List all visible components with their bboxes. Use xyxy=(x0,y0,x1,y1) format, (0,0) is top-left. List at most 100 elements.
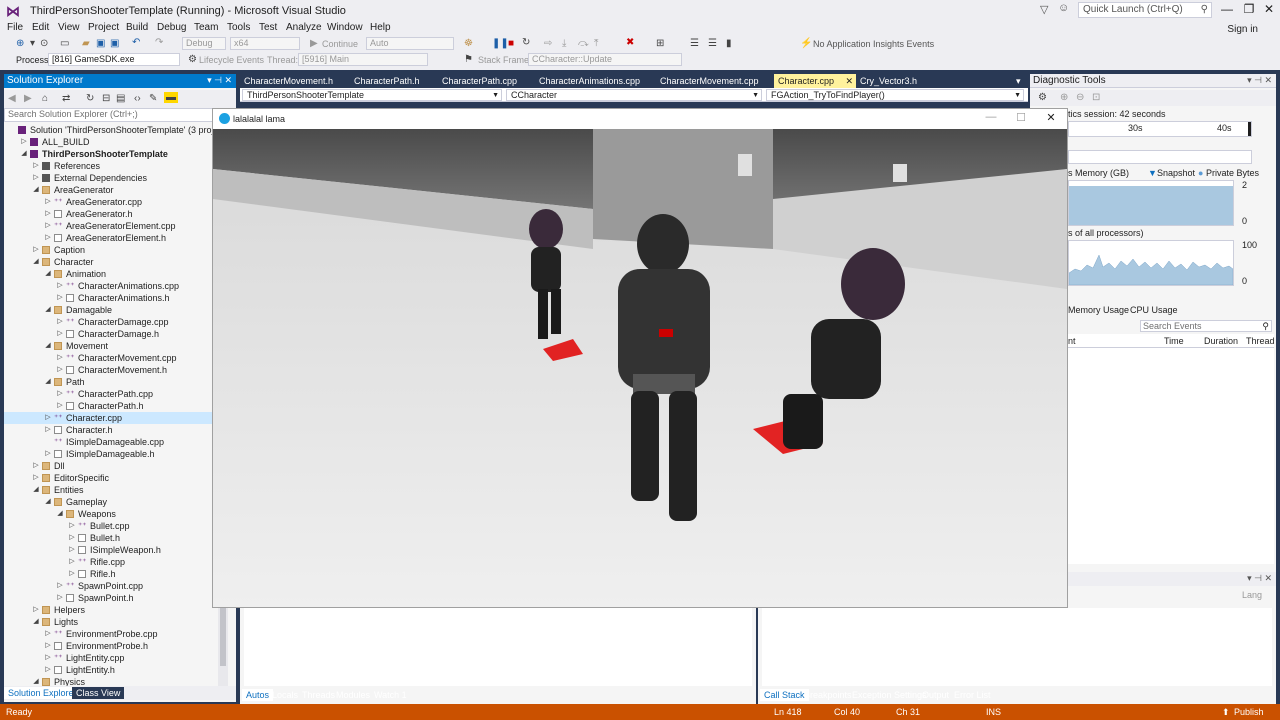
collapsed-arrow-icon[interactable]: ▷ xyxy=(44,664,52,676)
game-minimize-button[interactable]: — xyxy=(981,111,1001,127)
menu-debug[interactable]: Debug xyxy=(157,22,186,33)
properties-icon[interactable]: ✎ xyxy=(149,93,157,104)
step-into-icon[interactable]: ⤓ xyxy=(562,38,566,49)
show-all-files-icon[interactable]: ▤ xyxy=(116,93,125,104)
collapsed-arrow-icon[interactable]: ▷ xyxy=(44,232,52,244)
game-viewport[interactable] xyxy=(213,129,1067,607)
collapsed-arrow-icon[interactable]: ▷ xyxy=(68,532,76,544)
col-name[interactable]: nt xyxy=(1068,336,1076,346)
timeline-ruler[interactable]: 30s 40s xyxy=(1068,121,1252,137)
collapsed-arrow-icon[interactable]: ▷ xyxy=(68,544,76,556)
menu-view[interactable]: View xyxy=(58,22,80,33)
menu-project[interactable]: Project xyxy=(88,22,119,33)
tab-character-cpp[interactable]: Character.cpp ✕ xyxy=(774,74,856,88)
tree-item[interactable]: ▷ CharacterDamage.h xyxy=(4,328,212,340)
reset-zoom-icon[interactable]: ⊡ xyxy=(1092,92,1100,103)
tab-cry-vector3-h[interactable]: Cry_Vector3.h xyxy=(856,74,921,88)
feedback-icon[interactable]: ☺ xyxy=(1058,2,1069,14)
timeline-cursor[interactable] xyxy=(1248,122,1251,136)
collapsed-arrow-icon[interactable]: ▷ xyxy=(32,460,40,472)
collapsed-arrow-icon[interactable]: ▷ xyxy=(32,160,40,172)
expanded-arrow-icon[interactable]: ◢ xyxy=(44,340,52,352)
view-code-icon[interactable]: ‹› xyxy=(134,93,141,104)
collapsed-arrow-icon[interactable]: ▷ xyxy=(44,628,52,640)
publish-icon[interactable]: ⬆ xyxy=(1222,707,1230,718)
tab-overflow-icon[interactable]: ▾ xyxy=(1012,74,1025,88)
back-icon[interactable]: ◀ xyxy=(8,93,16,104)
pause-icon[interactable]: ❚❚ xyxy=(492,38,509,49)
pin-icon[interactable]: ▾ ⊣ ✕ xyxy=(1247,573,1272,584)
save-icon[interactable]: ▣ xyxy=(96,38,105,49)
tree-item[interactable]: ◢ Character xyxy=(4,256,212,268)
collapsed-arrow-icon[interactable]: ▷ xyxy=(56,400,64,412)
tree-item[interactable]: ▷ ⁺⁺ EnvironmentProbe.cpp xyxy=(4,628,212,640)
tree-item[interactable]: ◢ Damagable xyxy=(4,304,212,316)
memory-chart[interactable] xyxy=(1068,180,1234,226)
collapsed-arrow-icon[interactable]: ▷ xyxy=(44,196,52,208)
continue-button[interactable]: Continue xyxy=(322,39,358,49)
menu-test[interactable]: Test xyxy=(259,22,277,33)
menu-team[interactable]: Team xyxy=(194,22,218,33)
thread-dropdown[interactable]: [5916] Main xyxy=(298,53,428,66)
step-over-icon[interactable]: ⤼ xyxy=(578,38,589,49)
step-out-icon[interactable]: ⤒ xyxy=(594,38,598,49)
insights-icon[interactable]: ⚡ xyxy=(800,38,812,49)
expanded-arrow-icon[interactable]: ◢ xyxy=(44,304,52,316)
game-window[interactable]: lalalalal lama — ☐ ✕ xyxy=(212,108,1068,608)
platform-dropdown[interactable]: x64 xyxy=(230,37,300,50)
collapsed-arrow-icon[interactable]: ▷ xyxy=(44,448,52,460)
tree-item[interactable]: ▷ ⁺⁺ LightEntity.cpp xyxy=(4,652,212,664)
expanded-arrow-icon[interactable]: ◢ xyxy=(44,376,52,388)
col-thread[interactable]: Thread xyxy=(1246,336,1275,346)
tree-item[interactable]: ◢ Path xyxy=(4,376,212,388)
tree-item[interactable]: ◢ AreaGenerator xyxy=(4,184,212,196)
tree-item[interactable]: ▷ CharacterPath.h xyxy=(4,400,212,412)
expanded-arrow-icon[interactable]: ◢ xyxy=(20,148,28,160)
menu-edit[interactable]: Edit xyxy=(32,22,49,33)
expanded-arrow-icon[interactable]: ◢ xyxy=(32,256,40,268)
tree-item[interactable]: ◢ Movement xyxy=(4,340,212,352)
tree-item[interactable]: ▷ EditorSpecific xyxy=(4,472,212,484)
new-project-icon[interactable]: ▭ xyxy=(60,38,69,49)
cpu-chart[interactable] xyxy=(1068,240,1234,286)
save-all-icon[interactable]: ▣ xyxy=(110,38,119,49)
lifecycle-events-dropdown[interactable]: Lifecycle Events xyxy=(199,55,264,65)
project-dropdown[interactable]: ThirdPersonShooterTemplate ▼ xyxy=(242,89,502,101)
process-dropdown[interactable]: [816] GameSDK.exe xyxy=(48,53,180,66)
tree-item[interactable]: ▷ Helpers xyxy=(4,604,212,616)
insights-status[interactable]: No Application Insights Events xyxy=(813,39,934,49)
collapsed-arrow-icon[interactable]: ▷ xyxy=(32,244,40,256)
tree-item[interactable]: ▷ Character.h xyxy=(4,424,212,436)
expanded-arrow-icon[interactable]: ◢ xyxy=(44,496,52,508)
tab-charactermovement-h[interactable]: CharacterMovement.h xyxy=(240,74,337,88)
home-icon[interactable]: ⌂ xyxy=(42,93,48,104)
expanded-arrow-icon[interactable]: ◢ xyxy=(32,616,40,628)
collapsed-arrow-icon[interactable]: ▷ xyxy=(56,352,64,364)
pin-icon[interactable]: ▾ ⊣ ✕ xyxy=(207,75,232,86)
zoom-in-icon[interactable]: ⊕ xyxy=(1060,92,1068,103)
refresh-icon[interactable]: ↻ xyxy=(86,93,94,104)
tree-item[interactable]: ▷ Bullet.h xyxy=(4,532,212,544)
menu-analyze[interactable]: Analyze xyxy=(286,22,322,33)
exception-icon[interactable]: ✖ xyxy=(626,37,634,48)
maximize-button[interactable]: ❐ xyxy=(1238,2,1260,18)
collapsed-arrow-icon[interactable]: ▷ xyxy=(56,364,64,376)
collapsed-arrow-icon[interactable]: ▷ xyxy=(56,292,64,304)
tree-item[interactable]: ▷ ⁺⁺ AreaGenerator.cpp xyxy=(4,196,212,208)
dropdown-icon[interactable]: ▾ xyxy=(30,38,35,49)
tab-locals[interactable]: Locals xyxy=(268,689,302,701)
sign-in-link[interactable]: Sign in xyxy=(1227,24,1258,35)
bookmark-icon[interactable]: ▮ xyxy=(726,38,732,49)
collapsed-arrow-icon[interactable]: ▷ xyxy=(44,208,52,220)
collapsed-arrow-icon[interactable]: ▷ xyxy=(44,640,52,652)
filter-icon[interactable]: ▽ xyxy=(1040,3,1048,16)
zoom-out-icon[interactable]: ⊖ xyxy=(1076,92,1084,103)
tree-item[interactable]: Solution 'ThirdPersonShooterTemplate' (3… xyxy=(4,124,212,136)
settings-icon[interactable]: ⚙ xyxy=(1038,92,1047,103)
search-events-input[interactable]: Search Events ⚲ xyxy=(1140,320,1272,332)
open-file-icon[interactable]: ▰ xyxy=(82,38,90,49)
game-close-button[interactable]: ✕ xyxy=(1041,111,1061,127)
close-button[interactable]: ✕ xyxy=(1258,2,1280,18)
tab-charactermovement-cpp[interactable]: CharacterMovement.cpp xyxy=(656,74,763,88)
collapsed-arrow-icon[interactable]: ▷ xyxy=(44,652,52,664)
